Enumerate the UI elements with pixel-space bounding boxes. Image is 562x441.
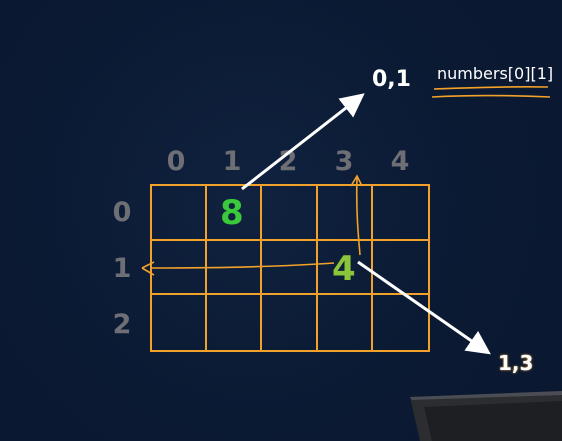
laptop-image — [410, 391, 562, 441]
arrow-to-top-coordinate — [241, 93, 365, 191]
arrow-to-bottom-coordinate — [357, 260, 491, 355]
code-underline-1 — [433, 85, 549, 90]
code-expression: numbers[0][1] — [437, 64, 554, 83]
bottom-coordinate-label: 1,3 — [498, 351, 534, 375]
top-coordinate-label: 0,1 — [372, 67, 411, 92]
row-pointer-line — [149, 262, 335, 269]
code-underline-2 — [431, 94, 551, 98]
column-pointer-line — [355, 175, 361, 256]
whiteboard-canvas: 0 1 2 3 4 0 1 2 8 4 0,1 1,3 numbers[0][1… — [0, 0, 562, 441]
